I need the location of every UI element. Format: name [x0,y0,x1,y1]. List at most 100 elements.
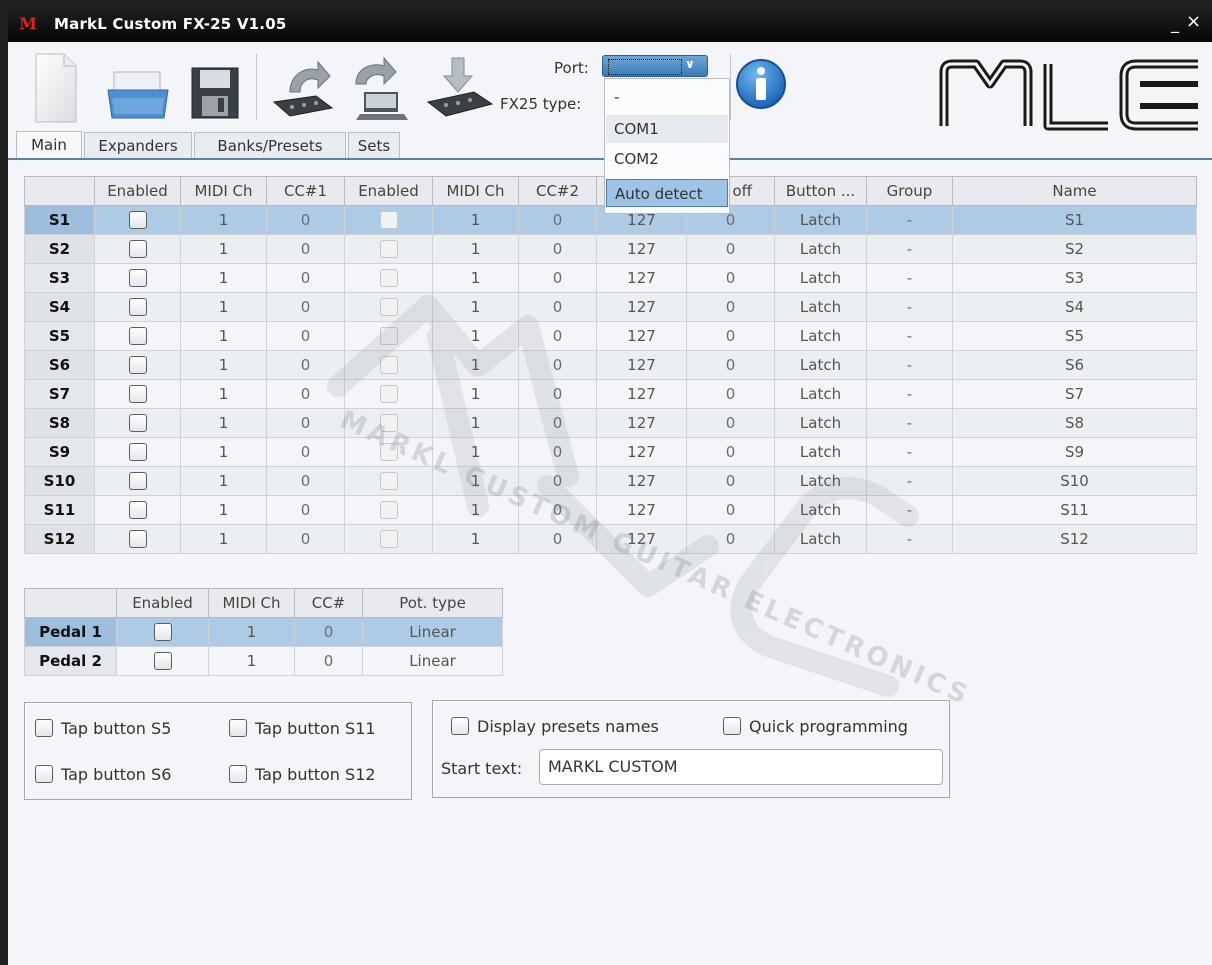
midi-ch-2-cell[interactable]: 1 [432,379,519,409]
value-on-cell[interactable]: 127 [596,437,687,467]
table-cell[interactable] [116,646,209,676]
table-cell[interactable] [94,234,181,264]
enabled-2-checkbox[interactable] [379,530,398,549]
cc1-cell[interactable]: 0 [266,292,345,322]
button-mode-cell[interactable]: Latch [774,321,867,351]
group-cell[interactable]: - [866,379,953,409]
name-cell[interactable]: S9 [952,437,1197,467]
button-mode-cell[interactable]: Latch [774,408,867,438]
column-header[interactable] [24,176,95,206]
name-cell[interactable]: S12 [952,524,1197,554]
button-mode-cell[interactable]: Latch [774,205,867,235]
cc1-cell[interactable]: 0 [266,205,345,235]
button-mode-cell[interactable]: Latch [774,466,867,496]
enabled-1-checkbox[interactable] [128,269,147,288]
table-cell[interactable] [344,292,433,322]
name-cell[interactable]: S3 [952,263,1197,293]
table-cell[interactable] [344,495,433,525]
value-off-cell[interactable]: 0 [686,350,775,380]
group-cell[interactable]: - [866,205,953,235]
group-cell[interactable]: - [866,466,953,496]
table-cell[interactable] [94,437,181,467]
button-mode-cell[interactable]: Latch [774,437,867,467]
port-select[interactable]: ∨ [602,55,708,77]
tap-button-s12-checkbox[interactable] [229,764,247,783]
midi-ch-2-cell[interactable]: 1 [432,350,519,380]
cc2-cell[interactable]: 0 [518,379,597,409]
column-header[interactable]: Group [866,176,953,206]
name-cell[interactable]: S7 [952,379,1197,409]
group-cell[interactable]: - [866,350,953,380]
enabled-1-checkbox[interactable] [128,356,147,375]
table-cell[interactable] [94,466,181,496]
minimize-button[interactable]: _ [1171,14,1183,33]
table-cell[interactable] [94,408,181,438]
midi-ch-2-cell[interactable]: 1 [432,408,519,438]
group-cell[interactable]: - [866,292,953,322]
value-on-cell[interactable]: 127 [596,234,687,264]
row-id[interactable]: S5 [24,321,95,351]
column-header[interactable]: Enabled [344,176,433,206]
new-button[interactable] [26,52,82,124]
pedal-id[interactable]: Pedal 2 [24,646,117,676]
value-on-cell[interactable]: 127 [596,321,687,351]
row-id[interactable]: S1 [24,205,95,235]
pedal-cc-cell[interactable]: 0 [294,617,363,647]
cc2-cell[interactable]: 0 [518,466,597,496]
flash-button[interactable] [422,52,496,124]
value-on-cell[interactable]: 127 [596,292,687,322]
midi-ch-2-cell[interactable]: 1 [432,524,519,554]
cc1-cell[interactable]: 0 [266,408,345,438]
port-option[interactable]: COM2 [606,145,728,173]
table-row[interactable]: S7 1 0 1 0 127 0 Latch - S7 [24,379,1197,409]
value-off-cell[interactable]: 0 [686,234,775,264]
group-cell[interactable]: - [866,524,953,554]
table-cell[interactable] [94,263,181,293]
name-cell[interactable]: S6 [952,350,1197,380]
midi-ch-2-cell[interactable]: 1 [432,495,519,525]
midi-ch-1-cell[interactable]: 1 [180,379,267,409]
midi-ch-1-cell[interactable]: 1 [180,234,267,264]
table-cell[interactable] [344,263,433,293]
table-row[interactable]: S3 1 0 1 0 127 0 Latch - S3 [24,263,1197,293]
midi-ch-2-cell[interactable]: 1 [432,263,519,293]
column-header[interactable]: CC#2 [518,176,597,206]
name-cell[interactable]: S4 [952,292,1197,322]
cc1-cell[interactable]: 0 [266,437,345,467]
enabled-1-checkbox[interactable] [128,240,147,259]
enabled-2-checkbox[interactable] [379,240,398,259]
display-presets-names-option[interactable]: Display presets names [451,716,659,737]
table-cell[interactable] [344,437,433,467]
tap-button-s11-option[interactable]: Tap button S11 [229,718,376,739]
row-id[interactable]: S3 [24,263,95,293]
tap-button-s6-checkbox[interactable] [35,764,53,783]
enabled-2-checkbox[interactable] [379,501,398,520]
enabled-1-checkbox[interactable] [128,443,147,462]
table-cell[interactable] [344,321,433,351]
enabled-1-checkbox[interactable] [128,472,147,491]
value-off-cell[interactable]: 0 [686,292,775,322]
value-on-cell[interactable]: 127 [596,524,687,554]
value-on-cell[interactable]: 127 [596,466,687,496]
table-cell[interactable] [94,292,181,322]
column-header[interactable]: CC#1 [266,176,345,206]
row-id[interactable]: S2 [24,234,95,264]
column-header[interactable]: MIDI Ch [432,176,519,206]
table-row[interactable]: Pedal 2 1 0 Linear [24,646,503,676]
enabled-2-checkbox[interactable] [379,356,398,375]
cc1-cell[interactable]: 0 [266,495,345,525]
button-mode-cell[interactable]: Latch [774,379,867,409]
value-off-cell[interactable]: 0 [686,495,775,525]
midi-ch-1-cell[interactable]: 1 [180,495,267,525]
cc2-cell[interactable]: 0 [518,350,597,380]
midi-ch-1-cell[interactable]: 1 [180,524,267,554]
column-header[interactable]: CC# [294,588,363,618]
table-cell[interactable] [116,617,209,647]
cc1-cell[interactable]: 0 [266,234,345,264]
tap-button-s6-option[interactable]: Tap button S6 [35,764,171,785]
open-button[interactable] [104,52,172,124]
name-cell[interactable]: S2 [952,234,1197,264]
enabled-1-checkbox[interactable] [128,501,147,520]
name-cell[interactable]: S11 [952,495,1197,525]
tab-expanders[interactable]: Expanders [84,132,192,158]
